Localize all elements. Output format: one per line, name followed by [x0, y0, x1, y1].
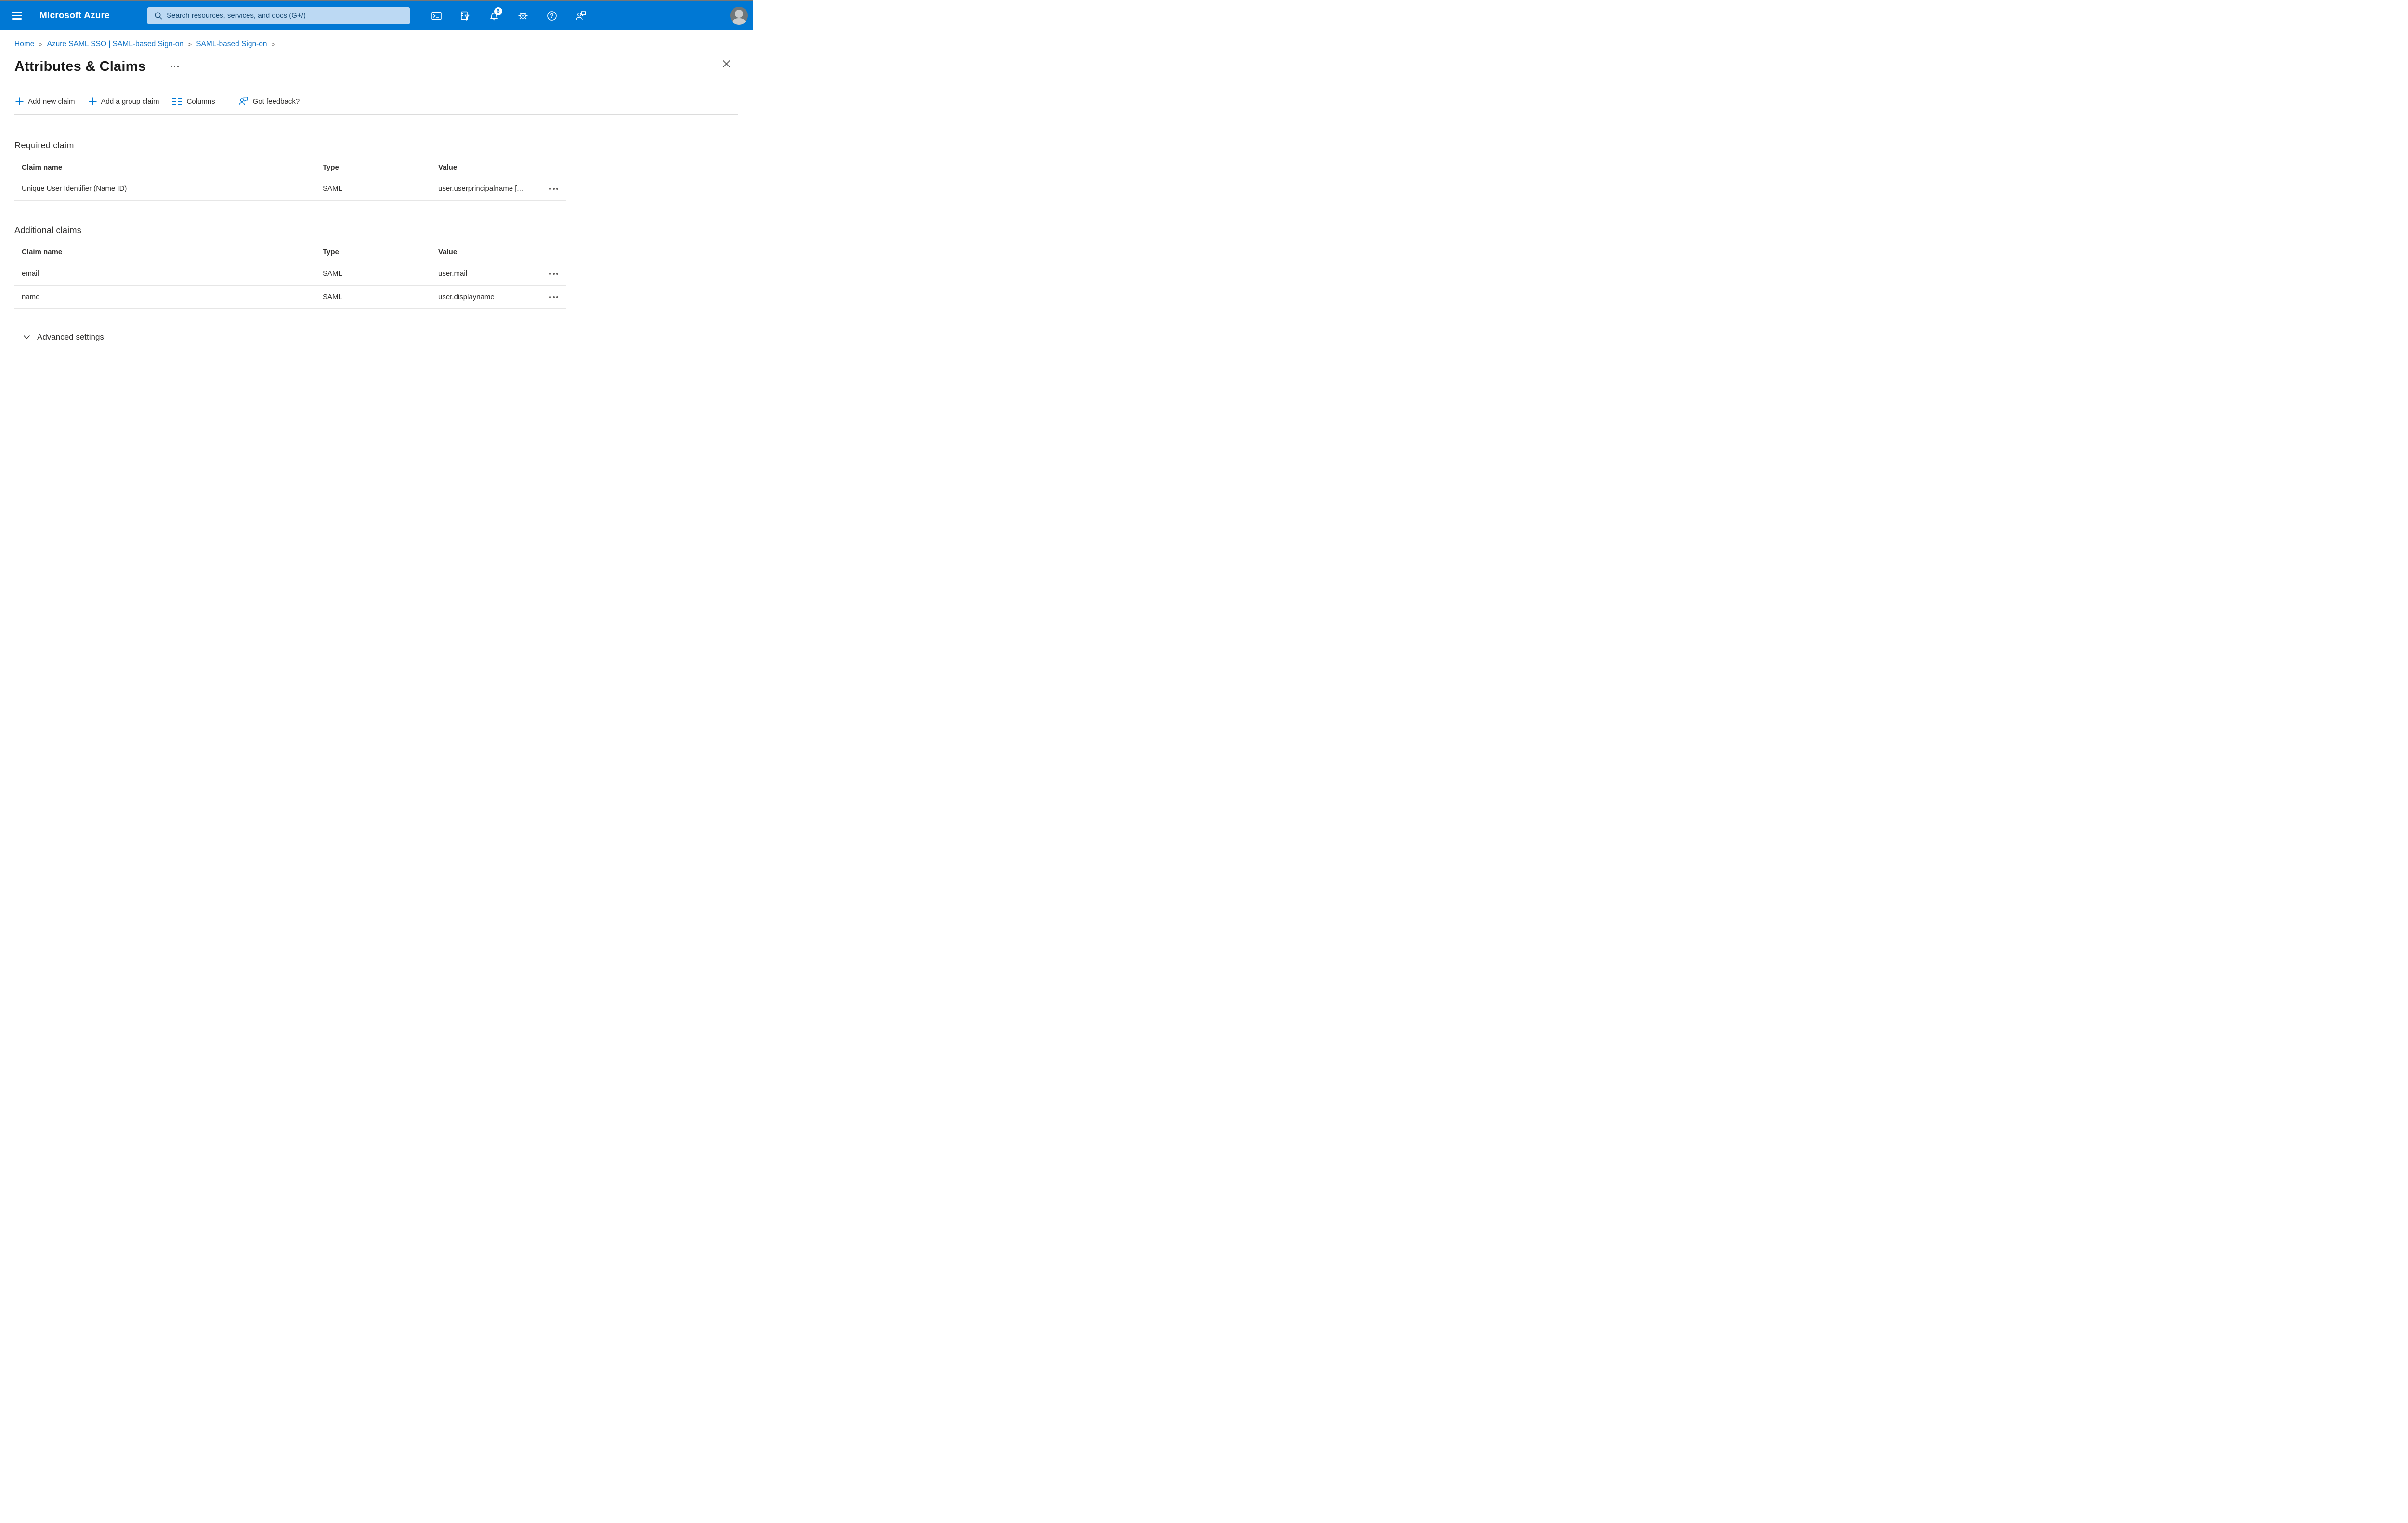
toolbar-rule	[14, 114, 738, 115]
command-bar: Add new claim Add a group claim Columns …	[14, 94, 738, 108]
brand-title[interactable]: Microsoft Azure	[39, 11, 110, 21]
search-icon	[155, 12, 162, 20]
directory-filter-icon	[461, 11, 470, 21]
ellipsis-icon	[549, 272, 551, 275]
claim-value-cell: user.userprincipalname [...	[438, 184, 523, 193]
notification-badge: 6	[494, 7, 502, 15]
column-header-claim-name: Claim name	[22, 248, 63, 256]
help-button[interactable]: ?	[541, 5, 563, 26]
breadcrumb-saml-signon[interactable]: SAML-based Sign-on	[196, 40, 267, 49]
settings-button[interactable]	[512, 5, 534, 26]
gear-icon	[518, 11, 528, 20]
columns-icon	[172, 97, 183, 105]
advanced-settings-label: Advanced settings	[37, 332, 104, 341]
topbar-actions: 6 ?	[426, 1, 591, 30]
top-bar: Microsoft Azure Search resources, servic…	[0, 1, 753, 30]
ellipsis-icon	[170, 66, 172, 67]
help-icon: ?	[547, 11, 557, 21]
advanced-settings-toggle[interactable]: Advanced settings	[23, 332, 104, 342]
table-row[interactable]: name SAML user.displayname	[14, 286, 566, 309]
column-header-type: Type	[323, 163, 339, 171]
column-header-value: Value	[438, 248, 458, 256]
hamburger-icon	[12, 12, 22, 13]
plus-icon	[15, 97, 24, 105]
required-claim-heading: Required claim	[14, 140, 74, 150]
add-group-claim-button[interactable]: Add a group claim	[88, 95, 160, 107]
chevron-down-icon	[23, 335, 30, 340]
account-avatar[interactable]	[730, 7, 748, 25]
claim-name-cell: name	[22, 293, 40, 301]
column-header-type: Type	[323, 248, 339, 256]
claim-type-cell: SAML	[323, 184, 342, 193]
row-context-menu-button[interactable]	[538, 296, 566, 298]
feedback-icon	[576, 11, 586, 20]
ellipsis-icon	[549, 296, 551, 298]
breadcrumb-separator: >	[39, 40, 43, 48]
add-group-claim-label: Add a group claim	[101, 97, 159, 105]
additional-claims-table: Claim name Type Value email SAML user.ma…	[14, 242, 566, 309]
table-header-row: Claim name Type Value	[14, 158, 566, 177]
columns-label: Columns	[186, 97, 215, 105]
search-input[interactable]	[167, 12, 405, 20]
feedback-icon	[238, 97, 248, 105]
blade-context-menu-button[interactable]	[168, 63, 182, 70]
claim-name-cell: email	[22, 269, 39, 277]
columns-button[interactable]: Columns	[171, 95, 216, 107]
column-header-claim-name: Claim name	[22, 163, 63, 171]
breadcrumb-separator: >	[188, 40, 192, 48]
required-claim-table: Claim name Type Value Unique User Identi…	[14, 158, 566, 201]
title-row: Attributes & Claims	[14, 55, 738, 78]
plus-icon	[89, 97, 97, 105]
add-new-claim-button[interactable]: Add new claim	[14, 95, 76, 107]
row-context-menu-button[interactable]	[538, 272, 566, 275]
table-header-row: Claim name Type Value	[14, 242, 566, 262]
svg-text:?: ?	[550, 13, 554, 19]
breadcrumb-separator: >	[271, 40, 275, 48]
claim-value-cell: user.displayname	[438, 293, 495, 301]
table-row[interactable]: email SAML user.mail	[14, 262, 566, 286]
breadcrumb-home[interactable]: Home	[14, 40, 34, 49]
table-row[interactable]: Unique User Identifier (Name ID) SAML us…	[14, 177, 566, 201]
got-feedback-label: Got feedback?	[252, 97, 300, 105]
portal-menu-button[interactable]	[0, 1, 34, 30]
claim-type-cell: SAML	[323, 293, 342, 301]
feedback-button[interactable]	[570, 5, 591, 26]
close-blade-button[interactable]	[719, 56, 733, 71]
row-context-menu-button[interactable]	[538, 187, 566, 190]
cloud-shell-icon	[431, 12, 442, 20]
directory-filter-button[interactable]	[455, 5, 476, 26]
breadcrumb-app-sso[interactable]: Azure SAML SSO | SAML-based Sign-on	[47, 40, 183, 49]
attributes-claims-blade: Home > Azure SAML SSO | SAML-based Sign-…	[0, 40, 753, 342]
global-search[interactable]	[147, 7, 410, 24]
page-title: Attributes & Claims	[14, 58, 146, 74]
ellipsis-icon	[549, 187, 551, 190]
close-icon	[722, 60, 730, 67]
avatar-head	[735, 10, 743, 18]
additional-claims-heading: Additional claims	[14, 225, 81, 235]
notifications-button[interactable]: 6	[484, 5, 505, 26]
add-new-claim-label: Add new claim	[28, 97, 75, 105]
got-feedback-button[interactable]: Got feedback?	[237, 94, 301, 108]
claim-value-cell: user.mail	[438, 269, 468, 277]
breadcrumb: Home > Azure SAML SSO | SAML-based Sign-…	[14, 40, 738, 49]
column-header-value: Value	[438, 163, 458, 171]
claim-type-cell: SAML	[323, 269, 342, 277]
avatar-torso	[732, 18, 746, 25]
cloud-shell-button[interactable]	[426, 5, 447, 26]
claim-name-cell: Unique User Identifier (Name ID)	[22, 184, 127, 193]
